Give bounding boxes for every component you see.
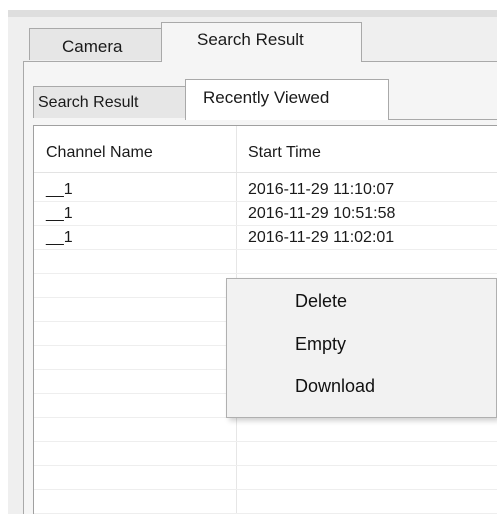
- channel-name-cell: __1: [46, 205, 73, 222]
- tab-search-result[interactable]: Search Result: [161, 22, 362, 62]
- subtab-search-result[interactable]: Search Result: [33, 86, 186, 118]
- column-header-channel-name[interactable]: Channel Name: [46, 144, 153, 162]
- tab-camera-label: Camera: [62, 37, 123, 56]
- channel-name-cell: __1: [46, 229, 73, 246]
- tab-search-result-label: Search Result: [197, 30, 304, 49]
- empty-row: [34, 417, 497, 442]
- title-bar: [8, 10, 497, 17]
- start-time-cell: 2016-11-29 11:10:07: [248, 181, 395, 198]
- column-header-start-time[interactable]: Start Time: [248, 144, 321, 162]
- table-row[interactable]: __1 2016-11-29 11:10:07: [34, 177, 497, 202]
- start-time-cell: 2016-11-29 11:02:01: [248, 229, 395, 246]
- menu-item-download-label: Download: [295, 376, 376, 396]
- empty-row: [34, 441, 497, 466]
- table-row[interactable]: __1 2016-11-29 10:51:58: [34, 201, 497, 226]
- tab-camera[interactable]: Camera: [29, 28, 162, 60]
- empty-row: [34, 489, 497, 514]
- subtab-recently-viewed-label: Recently Viewed: [203, 88, 330, 107]
- menu-item-delete-label: Delete: [295, 291, 348, 311]
- channel-name-cell: __1: [46, 181, 73, 198]
- list-header: Channel Name Start Time: [34, 126, 497, 173]
- menu-item-empty[interactable]: Empty: [227, 326, 497, 366]
- window-top-strip: [0, 0, 497, 10]
- subtab-search-result-label: Search Result: [38, 94, 139, 111]
- menu-item-empty-label: Empty: [295, 334, 347, 354]
- empty-row: [34, 465, 497, 490]
- context-menu: Delete Empty Download: [226, 278, 497, 418]
- empty-row: [34, 249, 497, 274]
- subtab-recently-viewed[interactable]: Recently Viewed: [185, 79, 389, 120]
- table-row[interactable]: __1 2016-11-29 11:02:01: [34, 225, 497, 250]
- menu-item-delete[interactable]: Delete: [227, 283, 497, 323]
- subtab-baseline: [388, 119, 497, 120]
- start-time-cell: 2016-11-29 10:51:58: [248, 205, 396, 222]
- menu-item-download[interactable]: Download: [227, 368, 497, 408]
